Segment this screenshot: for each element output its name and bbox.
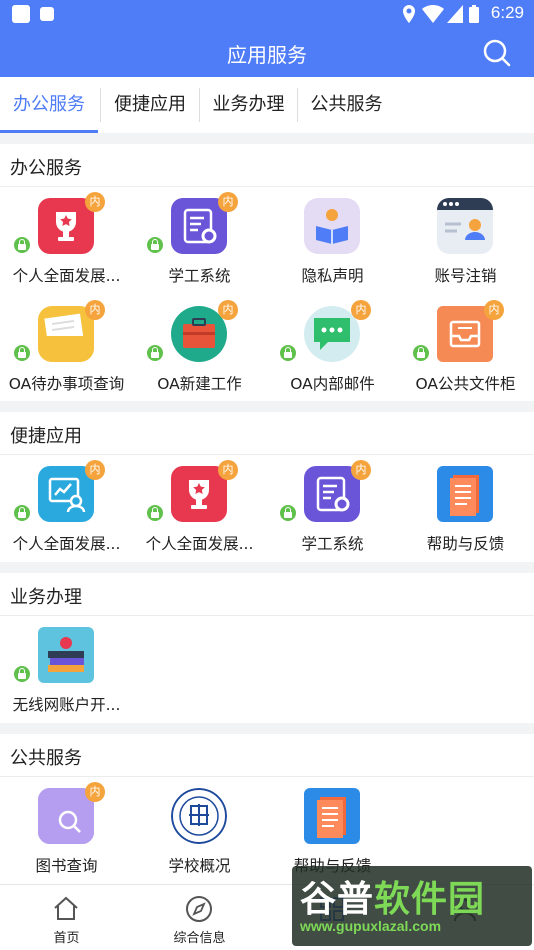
tab-convenient[interactable]: 便捷应用 bbox=[102, 77, 198, 133]
internal-badge: 内 bbox=[85, 300, 105, 320]
app-wifi-account[interactable]: 无线网账户开... bbox=[0, 617, 133, 727]
internal-badge: 内 bbox=[351, 460, 371, 480]
section-divider bbox=[0, 615, 534, 616]
app-personal-development[interactable]: 内 个人全面发展... bbox=[0, 188, 133, 298]
internal-badge: 内 bbox=[85, 782, 105, 802]
app-label: 无线网账户开... bbox=[12, 696, 121, 714]
lock-icon bbox=[145, 503, 165, 523]
app-label: 个人全面发展... bbox=[145, 535, 254, 553]
battery-icon bbox=[469, 5, 479, 23]
tab-public[interactable]: 公共服务 bbox=[298, 77, 395, 133]
app-label: 帮助与反馈 bbox=[426, 535, 505, 553]
section-divider bbox=[0, 186, 534, 187]
section-title: 办公服务 bbox=[10, 158, 82, 179]
lock-icon bbox=[12, 343, 32, 363]
app-label: 学工系统 bbox=[168, 267, 231, 285]
app-label: 隐私声明 bbox=[301, 267, 364, 285]
notification-icon bbox=[12, 5, 30, 23]
app-label: OA待办事项查询 bbox=[8, 375, 125, 393]
lock-icon bbox=[145, 343, 165, 363]
app-bar: 应用服务 bbox=[0, 28, 534, 77]
app-label: OA新建工作 bbox=[157, 375, 242, 393]
lock-icon bbox=[12, 503, 32, 523]
app-label: 个人全面发展... bbox=[12, 535, 121, 553]
lock-icon bbox=[278, 503, 298, 523]
app-label: 学工系统 bbox=[301, 535, 364, 553]
watermark-title: 谷普软件园 bbox=[300, 870, 485, 922]
app-oa-new-work[interactable]: 内 OA新建工作 bbox=[133, 296, 266, 406]
app-oa-internal-mail[interactable]: 内 OA内部邮件 bbox=[266, 296, 399, 406]
lock-icon bbox=[12, 664, 32, 684]
category-tabs: 办公服务 便捷应用 业务办理 公共服务 bbox=[0, 77, 534, 133]
app-help-feedback[interactable]: 帮助与反馈 bbox=[399, 456, 532, 566]
app-personal-development[interactable]: 内 个人全面发展... bbox=[0, 456, 133, 566]
internal-badge: 内 bbox=[218, 460, 238, 480]
watermark-title-green: 软件园 bbox=[374, 879, 486, 920]
page-title: 应用服务 bbox=[227, 43, 307, 67]
lock-icon bbox=[411, 343, 431, 363]
internal-badge: 内 bbox=[85, 460, 105, 480]
section-office: 办公服务 内 个人全面发展... 内 学工系统 隐私声明 账号注销 内 OA待办… bbox=[0, 144, 534, 401]
section-business: 业务办理 无线网账户开... bbox=[0, 573, 534, 723]
app-school-overview[interactable]: 学校概况 bbox=[133, 778, 266, 888]
internal-badge: 内 bbox=[351, 300, 371, 320]
signal-icon bbox=[447, 5, 463, 23]
app-label: 个人全面发展... bbox=[12, 267, 121, 285]
watermark-title-white: 谷普 bbox=[300, 879, 375, 920]
internal-badge: 内 bbox=[218, 192, 238, 212]
reader-icon bbox=[304, 198, 360, 254]
app-account-cancel[interactable]: 账号注销 bbox=[399, 188, 532, 298]
tab-business[interactable]: 业务办理 bbox=[200, 77, 297, 133]
status-time: 6:29 bbox=[490, 3, 524, 22]
watermark-url: www.gupuxlazal.com bbox=[300, 918, 442, 934]
app-privacy-statement[interactable]: 隐私声明 bbox=[266, 188, 399, 298]
nav-info[interactable]: 综合信息 bbox=[133, 885, 266, 950]
internal-badge: 内 bbox=[85, 192, 105, 212]
home-icon bbox=[54, 896, 78, 920]
app-personal-development-2[interactable]: 内 个人全面发展... bbox=[133, 456, 266, 566]
help-doc-icon bbox=[437, 466, 493, 522]
university-seal-icon bbox=[171, 788, 227, 844]
app-label: OA公共文件柜 bbox=[415, 375, 516, 393]
compass-icon bbox=[186, 896, 212, 922]
location-icon bbox=[403, 5, 415, 23]
app-book-search[interactable]: 内 图书查询 bbox=[0, 778, 133, 888]
app-label: 图书查询 bbox=[35, 857, 98, 875]
app-label: 学校概况 bbox=[168, 857, 231, 875]
a-notification-icon bbox=[40, 7, 54, 21]
watermark: 谷普软件园 www.gupuxlazal.com bbox=[292, 866, 532, 946]
section-public: 公共服务 内 图书查询 学校概况 帮助与反馈 bbox=[0, 734, 534, 884]
section-title: 公共服务 bbox=[10, 748, 82, 769]
internal-badge: 内 bbox=[218, 300, 238, 320]
status-bar: 6:29 bbox=[0, 0, 534, 28]
nav-label: 综合信息 bbox=[173, 931, 226, 946]
search-icon[interactable] bbox=[482, 38, 512, 68]
help-doc-icon bbox=[304, 788, 360, 844]
app-student-affairs[interactable]: 内 学工系统 bbox=[133, 188, 266, 298]
tab-office[interactable]: 办公服务 bbox=[0, 77, 98, 133]
lock-icon bbox=[145, 235, 165, 255]
app-oa-file-cabinet[interactable]: 内 OA公共文件柜 bbox=[399, 296, 532, 406]
section-convenient: 便捷应用 内 个人全面发展... 内 个人全面发展... 内 学工系统 帮助与反… bbox=[0, 412, 534, 562]
section-divider bbox=[0, 776, 534, 777]
internal-badge: 内 bbox=[484, 300, 504, 320]
app-label: 账号注销 bbox=[434, 267, 497, 285]
wifi-icon bbox=[422, 5, 444, 23]
books-apple-icon bbox=[38, 627, 94, 683]
tab-divider bbox=[100, 88, 101, 122]
app-label: OA内部邮件 bbox=[290, 375, 375, 393]
lock-icon bbox=[278, 343, 298, 363]
app-oa-todo[interactable]: 内 OA待办事项查询 bbox=[0, 296, 133, 406]
section-title: 便捷应用 bbox=[10, 426, 82, 447]
lock-icon bbox=[12, 235, 32, 255]
nav-home[interactable]: 首页 bbox=[0, 885, 133, 950]
user-window-icon bbox=[437, 198, 493, 254]
section-divider bbox=[0, 454, 534, 455]
section-title: 业务办理 bbox=[10, 587, 82, 608]
app-student-affairs[interactable]: 内 学工系统 bbox=[266, 456, 399, 566]
nav-label: 首页 bbox=[53, 931, 80, 946]
